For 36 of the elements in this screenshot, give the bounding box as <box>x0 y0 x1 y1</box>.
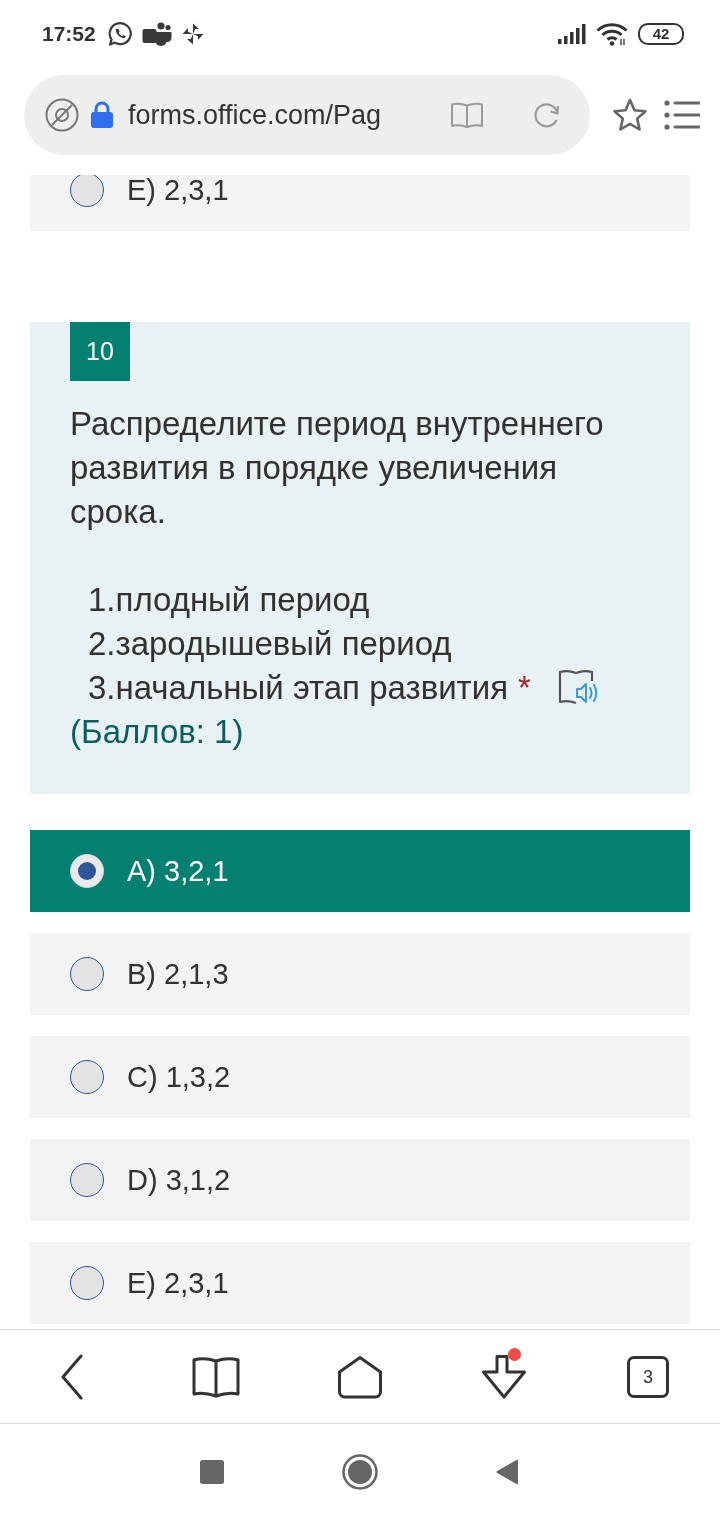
question-number: 10 <box>70 322 130 381</box>
clock-time: 17:52 <box>42 22 96 46</box>
lock-icon <box>90 101 114 129</box>
list-item-text: 3.начальный этап развития <box>88 668 508 708</box>
open-book-icon[interactable] <box>192 1355 240 1398</box>
address-bar[interactable]: forms.office.com/Pag <box>24 75 590 155</box>
answer-option[interactable]: B) 2,1,3 <box>30 933 690 1015</box>
circle-icon[interactable] <box>342 1454 378 1490</box>
points-text: (Баллов: 1) <box>70 712 245 752</box>
radio-button[interactable] <box>70 175 104 207</box>
blocked-circle-icon[interactable] <box>45 98 79 132</box>
radio-button[interactable] <box>70 957 104 991</box>
required-asterisk: * <box>518 668 531 708</box>
url-text[interactable]: forms.office.com/Pag <box>128 99 428 131</box>
list-item-text: 2.зародышевый период <box>88 624 452 664</box>
download-icon[interactable] <box>479 1353 529 1400</box>
wifi-icon <box>596 22 628 46</box>
question-text: Распределите период внутреннего развития в порядке увеличения срока. <box>70 404 605 532</box>
signal-icon <box>558 24 586 44</box>
radio-button[interactable] <box>70 1266 104 1300</box>
battery-indicator: 42 <box>638 23 684 45</box>
list-item-text: 1.плодный период <box>88 580 370 620</box>
home-icon[interactable] <box>337 1354 383 1399</box>
star-icon[interactable] <box>612 98 648 132</box>
back-icon[interactable] <box>59 1353 85 1400</box>
menu-icon[interactable] <box>664 100 700 130</box>
triangle-icon[interactable] <box>496 1459 520 1485</box>
answer-option[interactable]: E) 2,3,1 <box>30 1242 690 1324</box>
answer-option[interactable]: C) 1,3,2 <box>30 1036 690 1118</box>
tabs-button[interactable]: 3 <box>627 1355 669 1398</box>
radio-button[interactable] <box>70 1060 104 1094</box>
answer-option[interactable]: E) 2,3,1 <box>30 175 690 231</box>
people-tile-icon <box>141 21 172 47</box>
radio-button[interactable] <box>70 1163 104 1197</box>
answer-option[interactable]: A) 3,2,1 <box>30 830 690 912</box>
answer-option[interactable]: D) 3,1,2 <box>30 1139 690 1221</box>
